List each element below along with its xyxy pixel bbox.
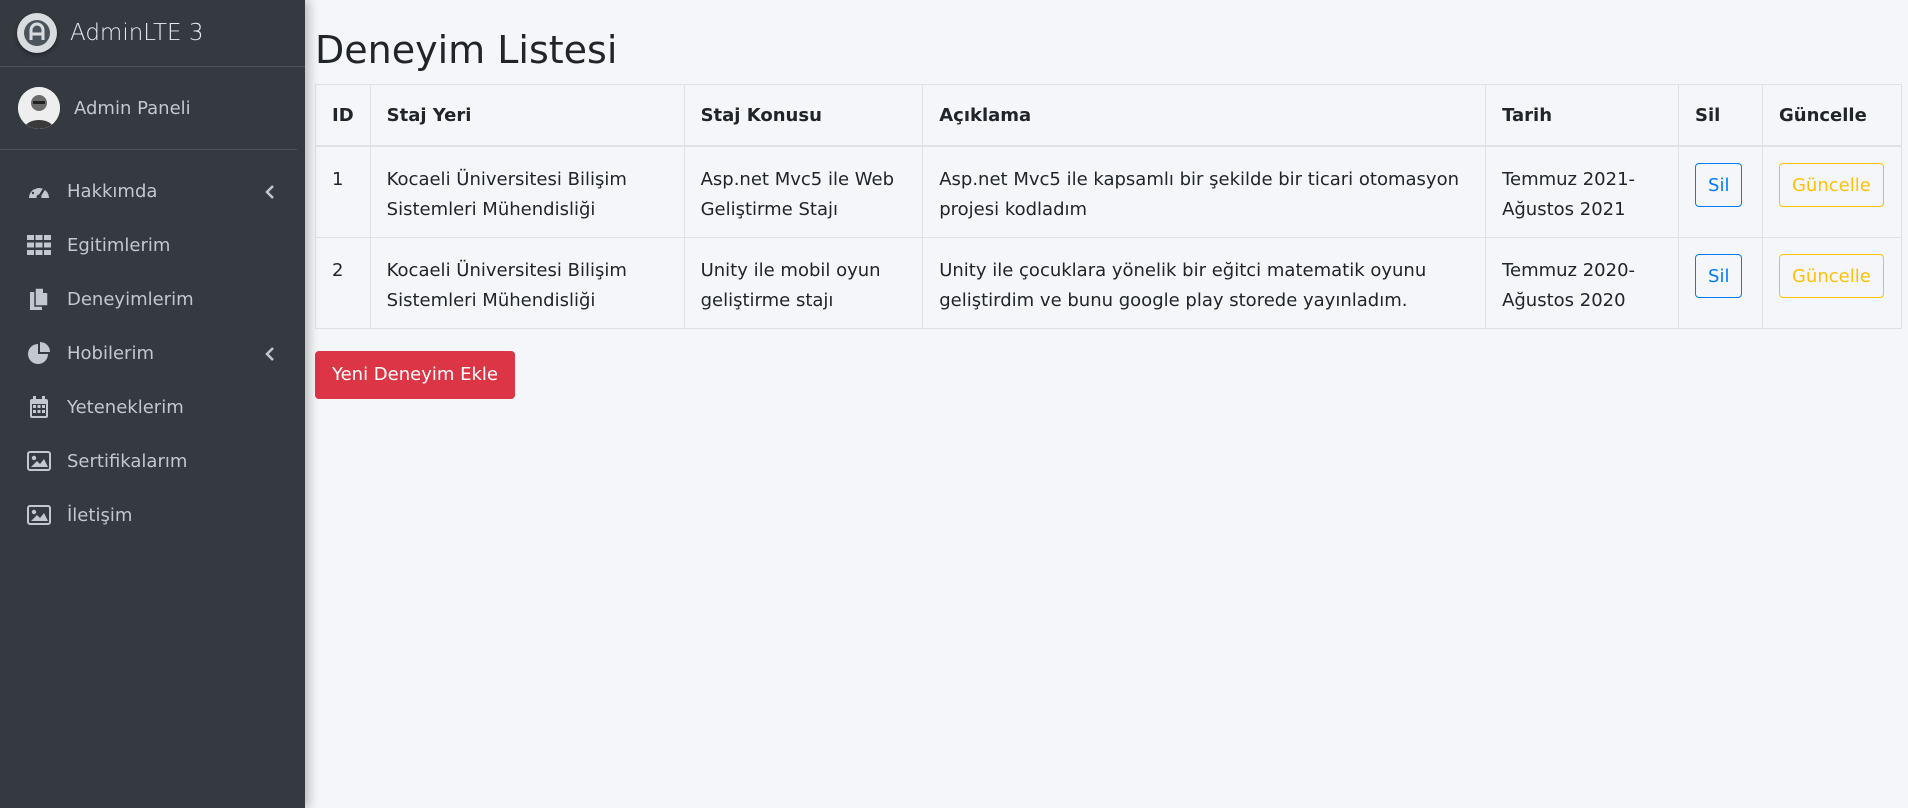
cell-sil: Sil — [1678, 145, 1763, 238]
chevron-left-icon — [265, 183, 275, 204]
cell-staj-konusu: Asp.net Mvc5 ile Web Geliştirme Stajı — [683, 145, 924, 238]
column-header-guncelle: Güncelle — [1761, 84, 1903, 147]
user-name: Admin Paneli — [74, 97, 191, 119]
image-icon — [27, 503, 51, 527]
sidebar-item-label: İletişim — [67, 504, 133, 526]
cell-tarih: Temmuz 2020-Ağustos 2020 — [1485, 236, 1680, 329]
grid-icon — [27, 233, 51, 257]
adminlte-logo-icon — [17, 13, 57, 53]
add-experience-button[interactable]: Yeni Deneyim Ekle — [315, 350, 516, 399]
sidebar-item-iletisim[interactable]: İletişim — [0, 488, 305, 542]
cell-guncelle: Güncelle — [1761, 145, 1903, 238]
cell-aciklama: Asp.net Mvc5 ile kapsamlı bir şekilde bi… — [922, 145, 1487, 238]
chevron-left-icon — [265, 345, 275, 366]
copy-icon — [27, 287, 51, 311]
tachometer-icon — [27, 179, 51, 203]
calendar-icon — [27, 395, 51, 419]
image-icon — [27, 449, 51, 473]
cell-aciklama: Unity ile çocuklara yönelik bir eğitci m… — [922, 236, 1487, 329]
sidebar-item-hakkimda[interactable]: Hakkımda — [0, 164, 305, 218]
page-title: Deneyim Listesi — [315, 28, 618, 72]
cell-id: 2 — [315, 236, 371, 329]
sidebar: AdminLTE 3 Admin Paneli Hakkımda Egitiml… — [0, 0, 305, 808]
experience-table: ID Staj Yeri Staj Konusu Açıklama Tarih … — [315, 84, 1903, 329]
sidebar-item-label: Deneyimlerim — [67, 288, 194, 310]
pie-chart-icon — [27, 341, 51, 365]
cell-staj-yeri: Kocaeli Üniversitesi Bilişim Sistemleri … — [369, 236, 685, 329]
update-button[interactable]: Güncelle — [1778, 253, 1884, 298]
avatar — [18, 87, 60, 129]
sidebar-item-deneyimlerim[interactable]: Deneyimlerim — [0, 272, 305, 326]
sidebar-item-sertifikalarim[interactable]: Sertifikalarım — [0, 434, 305, 488]
sidebar-item-label: Hobilerim — [67, 342, 154, 364]
delete-button[interactable]: Sil — [1695, 253, 1743, 298]
cell-guncelle: Güncelle — [1761, 236, 1903, 329]
main-content: Deneyim Listesi ID Staj Yeri Staj Konusu… — [315, 0, 1908, 399]
update-button[interactable]: Güncelle — [1778, 163, 1884, 207]
sidebar-item-label: Yeteneklerim — [67, 396, 184, 418]
column-header-sil: Sil — [1678, 84, 1763, 147]
cell-tarih: Temmuz 2021-Ağustos 2021 — [1485, 145, 1680, 238]
sidebar-item-label: Egitimlerim — [67, 234, 171, 256]
column-header-staj-yeri: Staj Yeri — [369, 84, 685, 147]
user-panel[interactable]: Admin Paneli — [0, 67, 297, 150]
sidebar-item-label: Sertifikalarım — [67, 450, 188, 472]
cell-id: 1 — [315, 145, 371, 238]
sidebar-nav: Hakkımda Egitimlerim Deneyimlerim Hobile… — [0, 150, 305, 542]
cell-sil: Sil — [1678, 236, 1763, 329]
brand-link[interactable]: AdminLTE 3 — [0, 0, 305, 67]
sidebar-item-yeteneklerim[interactable]: Yeteneklerim — [0, 380, 305, 434]
column-header-tarih: Tarih — [1485, 84, 1680, 147]
table-row: 2 Kocaeli Üniversitesi Bilişim Sistemler… — [315, 236, 1903, 329]
delete-button[interactable]: Sil — [1695, 163, 1743, 207]
sidebar-item-egitimlerim[interactable]: Egitimlerim — [0, 218, 305, 272]
cell-staj-yeri: Kocaeli Üniversitesi Bilişim Sistemleri … — [369, 145, 685, 238]
brand-text: AdminLTE 3 — [70, 20, 204, 46]
column-header-id: ID — [315, 84, 371, 147]
table-header-row: ID Staj Yeri Staj Konusu Açıklama Tarih … — [315, 84, 1903, 147]
table-row: 1 Kocaeli Üniversitesi Bilişim Sistemler… — [315, 145, 1903, 238]
column-header-aciklama: Açıklama — [922, 84, 1487, 147]
column-header-staj-konusu: Staj Konusu — [683, 84, 924, 147]
cell-staj-konusu: Unity ile mobil oyun geliştirme stajı — [683, 236, 924, 329]
sidebar-item-hobilerim[interactable]: Hobilerim — [0, 326, 305, 380]
sidebar-item-label: Hakkımda — [67, 180, 158, 202]
